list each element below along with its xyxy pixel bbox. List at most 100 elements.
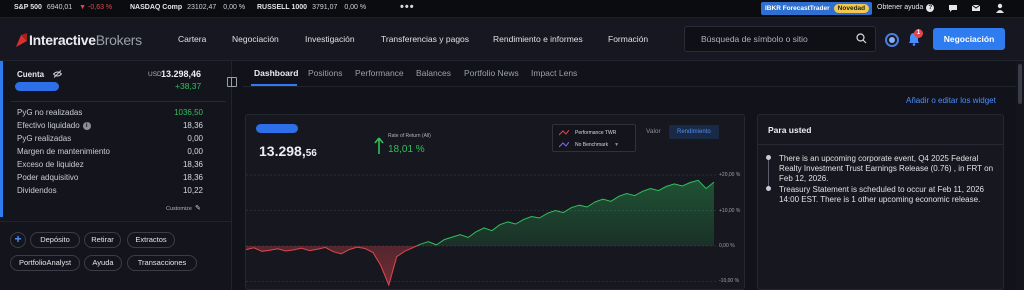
metric-row: Poder adquisitivo 18,36 [17,173,203,182]
more-menu-icon[interactable]: ••• [400,1,415,13]
nav-cartera[interactable]: Cartera [178,34,206,44]
ticker-item[interactable]: S&P 500 6940,01 ▼ -0,63 % [14,4,112,11]
for-you-widget: Para usted There is an upcoming corporat… [757,114,1004,290]
ticker-change: 0,00 % [344,4,367,11]
promo-label: IBKR ForecastTrader [765,5,830,12]
ror-label: Rate of Return (All) [388,133,431,139]
deposit-button[interactable]: Depósito [30,232,80,248]
timeline-line [768,155,769,189]
metric-row: PyG no realizadas 1036,50 [17,108,203,117]
divider [758,144,1003,145]
trade-button[interactable]: Negociación [933,28,1005,50]
tab-balances[interactable]: Balances [416,68,451,78]
forecasttrader-promo-button[interactable]: IBKR ForecastTrader Novedad [761,2,873,15]
y-tick-label: +20,00 % [719,172,741,178]
account-currency: USD [148,71,162,78]
ticker-bar: S&P 500 6940,01 ▼ -0,63 % NASDAQ Comp 2310… [0,0,1024,18]
withdraw-button[interactable]: Retirar [84,232,121,248]
logo-mark-icon [16,33,27,47]
area-positive [246,180,714,246]
logo-text: InteractiveBrokers [29,32,142,48]
legend-item[interactable]: Performance TWR [559,130,616,136]
new-badge: Novedad [833,4,870,13]
tab-dashboard[interactable]: Dashboard [254,68,298,78]
metric-row: Dividendos 10,22 [17,186,203,195]
notification-count-badge: 1 [914,29,923,38]
statements-button[interactable]: Extractos [127,232,175,248]
user-icon[interactable] [995,3,1005,13]
search-icon[interactable] [856,33,867,44]
hide-eye-icon[interactable] [53,70,62,78]
y-tick-label: 0,00 % [719,243,735,249]
ticker-name: S&P 500 [14,4,42,11]
add-edit-widgets-link[interactable]: Añadir o editar los widget [906,96,996,105]
help-link[interactable]: Obtener ayuda? [877,4,935,12]
nav-investigacion[interactable]: Investigación [305,34,355,44]
timeline-dot [766,155,771,160]
question-icon: ? [926,4,935,12]
nav-transferencias[interactable]: Transferencias y pagos [381,34,469,44]
ibkr-assistant-icon[interactable] [885,33,899,47]
help-button[interactable]: Ayuda [84,255,122,271]
portfolioanalyst-button[interactable]: PortfolioAnalyst [10,255,80,271]
chevron-down-icon: ▼ [614,142,620,148]
mail-icon[interactable] [971,3,981,13]
benchmark-select[interactable]: No Benchmark ▼ [559,142,619,148]
ibkr-logo[interactable]: InteractiveBrokers [16,32,142,48]
rendimiento-toggle[interactable]: Rendimiento [669,125,719,139]
for-you-title: Para usted [768,125,812,135]
portfolio-value: 13.298,56 [259,143,317,159]
ticker-value: 6940,01 [46,4,73,11]
tab-positions[interactable]: Positions [308,68,343,78]
ticker-value: 23102,47 [187,4,217,11]
performance-chart [246,174,716,287]
scrollbar-thumb[interactable] [1018,64,1022,104]
performance-widget: 13.298,56 Rate of Return (All) 18,01 % P… [245,114,745,290]
ticker-change: 0,00 % [223,4,246,11]
collapse-panel-icon[interactable] [227,77,237,87]
timeline-dot [766,186,771,191]
account-title: Cuenta [17,70,45,79]
ticker-change: ▼ -0,63 % [79,4,113,11]
news-item[interactable]: Treasury Statement is scheduled to occur… [779,185,1001,205]
metric-row: Efectivo liquidado i 18,36 [17,121,203,130]
chat-icon[interactable] [948,3,958,13]
search-box[interactable] [684,26,876,52]
add-action-button[interactable]: + [10,232,26,248]
transactions-button[interactable]: Transacciones [127,255,197,271]
ror-value: 18,01 % [388,144,425,155]
account-value: 13.298,46 [161,69,202,79]
account-id-redacted [256,124,298,133]
divider [243,86,1016,87]
nav-negociacion[interactable]: Negociación [232,34,279,44]
ticker-name: RUSSELL 1000 [257,4,308,11]
metric-row: Margen de mantenimiento 0,00 [17,147,203,156]
tab-impact-lens[interactable]: Impact Lens [531,68,577,78]
up-arrow-icon [374,137,384,154]
customize-link[interactable]: Customize ✎ [166,204,201,212]
main-nav: InteractiveBrokers Cartera Negociación I… [0,18,1024,61]
search-input[interactable] [701,34,851,44]
help-label: Obtener ayuda [877,4,924,11]
nav-rendimiento[interactable]: Rendimiento e informes [493,34,583,44]
tab-performance[interactable]: Performance [355,68,404,78]
pencil-icon: ✎ [194,205,201,212]
account-card: Cuenta USD 13.298,46 +38,37 PyG no reali… [0,61,231,217]
account-panel: Cuenta USD 13.298,46 +38,37 PyG no reali… [0,61,232,290]
divider [0,221,231,222]
y-tick-label: +10,00 % [719,208,741,214]
chart-legend: Performance TWR No Benchmark ▼ [552,124,636,152]
divider [11,101,226,102]
ticker-value: 3791,07 [312,4,338,11]
news-item[interactable]: There is an upcoming corporate event, Q4… [779,154,1001,184]
nav-formacion[interactable]: Formación [608,34,648,44]
valor-toggle[interactable]: Valor [646,128,661,135]
account-change: +38,37 [175,81,202,91]
y-tick-label: -10,00 % [719,278,740,284]
ticker-item[interactable]: RUSSELL 1000 3791,07 0,00 % [257,4,366,11]
ticker-item[interactable]: NASDAQ Comp 23102,47 0,00 % [130,4,245,11]
tab-portfolio-news[interactable]: Portfolio News [464,68,519,78]
ticker-name: NASDAQ Comp [130,4,183,11]
info-icon[interactable]: i [82,122,91,130]
account-id-redacted [15,82,59,91]
